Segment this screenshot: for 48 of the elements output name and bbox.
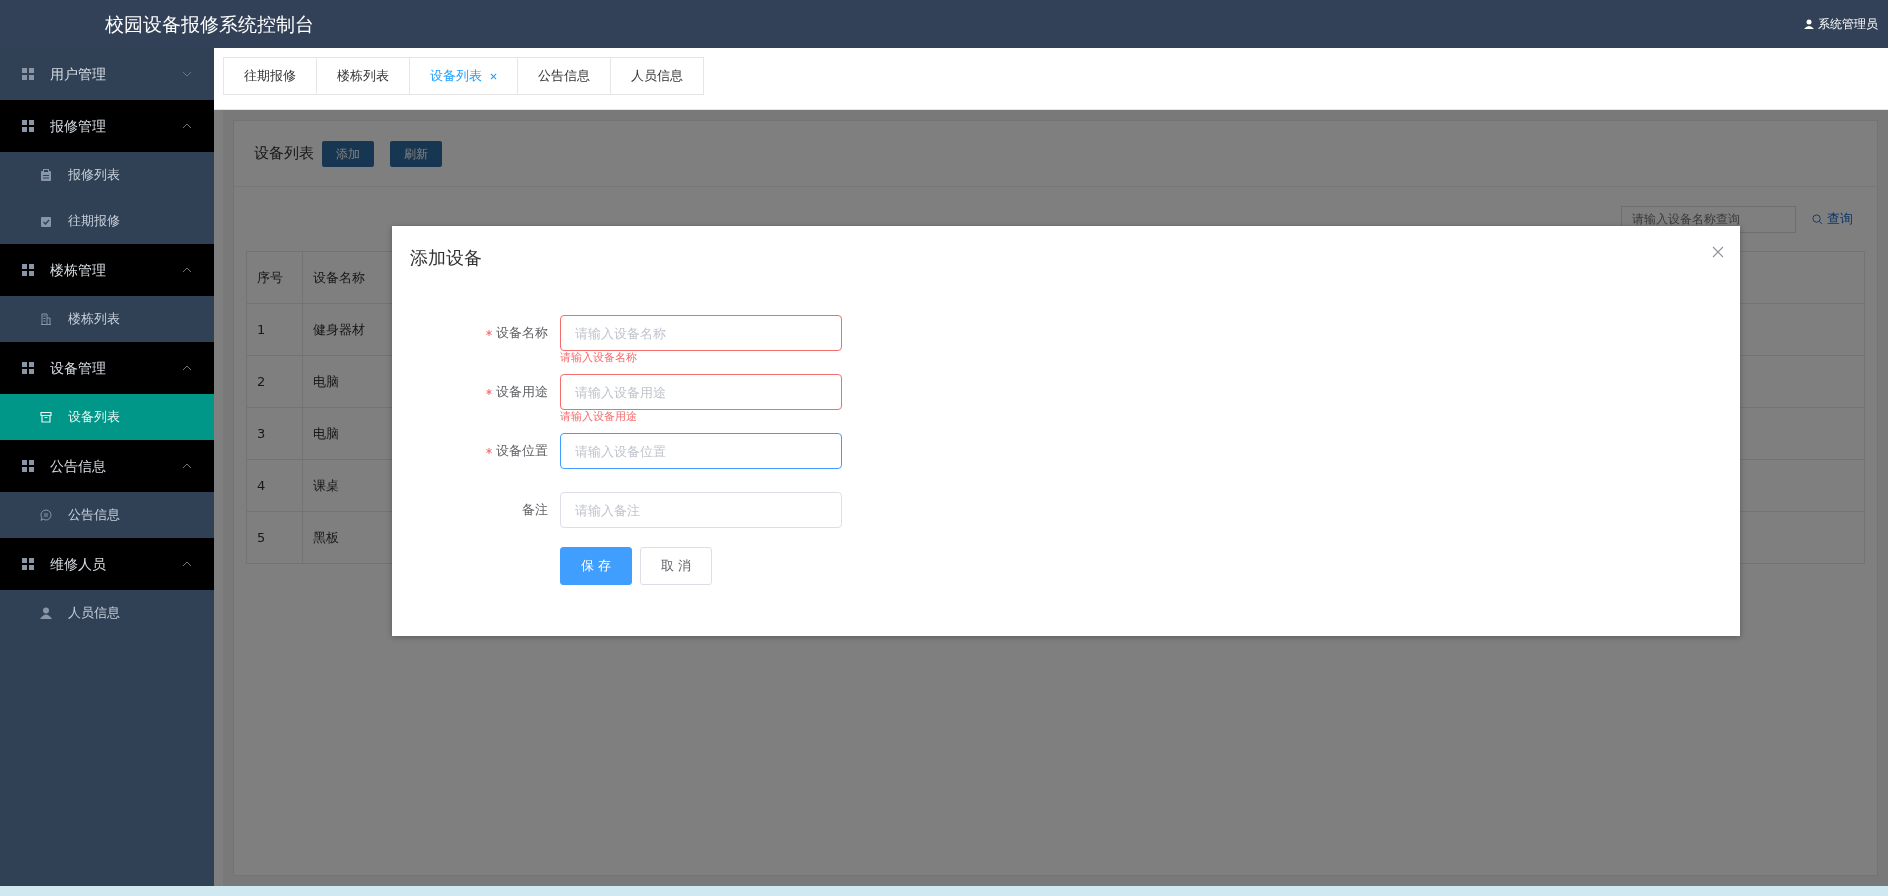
- grid-icon: [22, 68, 34, 80]
- chevron-icon: [182, 463, 192, 469]
- building-icon: [40, 313, 52, 325]
- table-cell: 3: [246, 407, 303, 460]
- grid-icon: [22, 460, 34, 472]
- chevron-icon: [182, 561, 192, 567]
- menu-group[interactable]: 维修人员: [0, 538, 214, 590]
- field-label: 设备名称: [496, 325, 548, 340]
- card-title: 设备列表: [254, 143, 314, 165]
- tab[interactable]: 楼栋列表: [316, 57, 409, 95]
- grid-icon: [22, 264, 34, 276]
- grid-icon: [22, 558, 34, 570]
- table-cell: 5: [246, 511, 303, 564]
- app-title: 校园设备报修系统控制台: [105, 11, 314, 37]
- clipboard-icon: [40, 169, 52, 181]
- checklist-icon: [40, 215, 52, 227]
- table-cell: 4: [246, 459, 303, 512]
- grid-icon: [22, 362, 34, 374]
- cancel-button[interactable]: 取 消: [640, 547, 713, 585]
- input-field[interactable]: 请输入设备名称: [560, 315, 842, 351]
- tab[interactable]: 往期报修: [223, 57, 316, 95]
- close-icon[interactable]: [490, 72, 497, 80]
- input-field[interactable]: 请输入设备位置: [560, 433, 842, 469]
- table-cell: 1: [246, 303, 303, 356]
- archive-icon: [40, 411, 52, 423]
- table-cell: 2: [246, 355, 303, 408]
- tab[interactable]: 公告信息: [517, 57, 610, 95]
- input-field[interactable]: 请输入设备用途: [560, 374, 842, 410]
- tab[interactable]: 人员信息: [610, 57, 704, 95]
- field-label: 设备位置: [496, 443, 548, 458]
- menu-group[interactable]: 报修管理: [0, 100, 214, 152]
- chat-icon: [40, 509, 52, 521]
- menu-group[interactable]: 设备管理: [0, 342, 214, 394]
- menu-group[interactable]: 公告信息: [0, 440, 214, 492]
- chevron-icon: [182, 71, 192, 77]
- chevron-icon: [182, 123, 192, 129]
- chevron-icon: [182, 365, 192, 371]
- error-message: 请输入设备用途: [560, 410, 638, 424]
- column-header: 序号: [246, 251, 303, 304]
- user-icon: [1804, 19, 1814, 29]
- chevron-icon: [182, 267, 192, 273]
- person-icon: [40, 607, 52, 619]
- grid-icon: [22, 120, 34, 132]
- close-icon[interactable]: [1712, 246, 1724, 258]
- user-name[interactable]: 系统管理员: [1818, 15, 1878, 33]
- field-label: 设备用途: [496, 384, 548, 399]
- menu-group[interactable]: 楼栋管理: [0, 244, 214, 296]
- search-icon: [1812, 213, 1823, 225]
